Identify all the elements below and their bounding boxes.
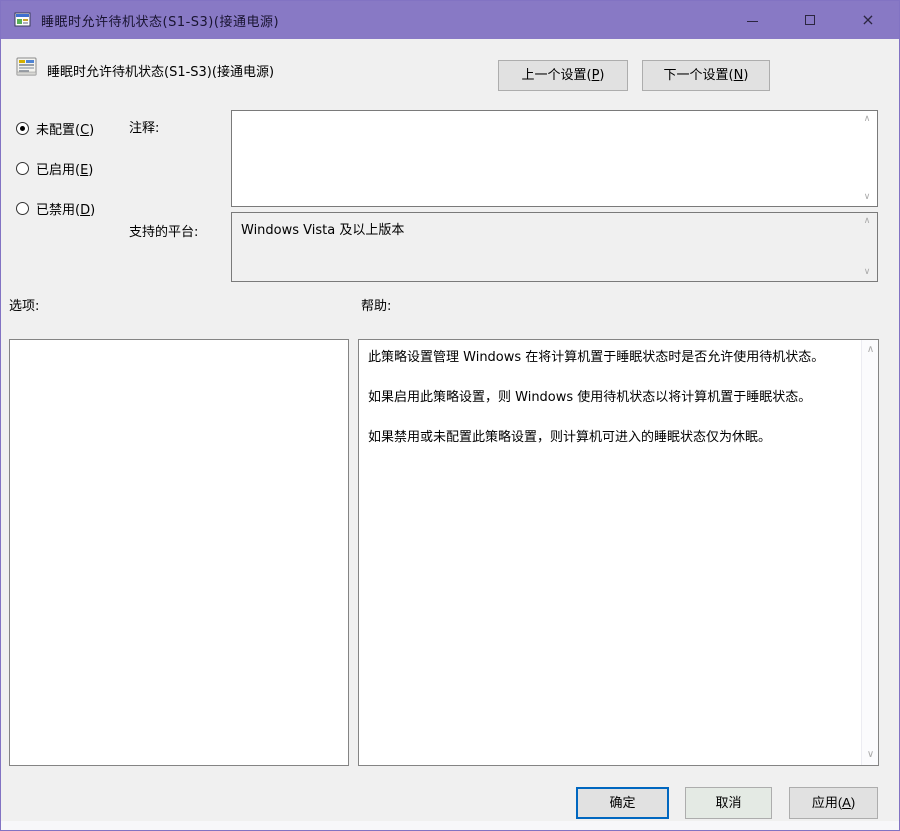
help-label: 帮助: <box>361 295 391 314</box>
previous-setting-button[interactable]: 上一个设置(P) <box>498 60 628 91</box>
supported-on-value: Windows Vista 及以上版本 <box>241 223 404 238</box>
help-paragraph: 如果禁用或未配置此策略设置，则计算机可进入的睡眠状态仅为休眠。 <box>368 428 854 448</box>
minimize-button[interactable] <box>723 1 781 39</box>
maximize-icon <box>805 15 815 25</box>
scroll-down-icon[interactable]: ∨ <box>862 750 879 760</box>
app-icon <box>13 10 33 30</box>
close-button[interactable]: × <box>839 1 897 39</box>
help-text: 此策略设置管理 Windows 在将计算机置于睡眠状态时是否允许使用待机状态。 … <box>359 340 860 765</box>
next-setting-label: 下一个设置( <box>664 68 734 83</box>
help-scrollbar[interactable]: ∧ ∨ <box>861 340 878 765</box>
scroll-up-icon[interactable]: ∧ <box>860 217 874 226</box>
minimize-icon <box>747 21 758 22</box>
next-setting-accel: N <box>734 68 744 83</box>
next-setting-button[interactable]: 下一个设置(N) <box>642 60 770 91</box>
comment-label: 注释: <box>129 117 159 136</box>
radio-enabled[interactable]: 已启用(E) <box>16 159 93 178</box>
scroll-up-icon[interactable]: ∧ <box>862 345 879 355</box>
radio-not-configured[interactable]: 未配置(C) <box>16 119 94 138</box>
help-panel: 此策略设置管理 Windows 在将计算机置于睡眠状态时是否允许使用待机状态。 … <box>358 339 879 766</box>
radio-disabled[interactable]: 已禁用(D) <box>16 199 95 218</box>
window-controls: × <box>723 1 897 39</box>
titlebar: 睡眠时允许待机状态(S1-S3)(接通电源) × <box>1 1 899 39</box>
options-panel <box>9 339 349 766</box>
scroll-down-icon[interactable]: ∨ <box>860 193 874 202</box>
policy-dialog-window: 睡眠时允许待机状态(S1-S3)(接通电源) × 睡眠时允许待机状态(S1-S3… <box>0 0 900 831</box>
comment-input[interactable]: ∧ ∨ <box>231 110 878 207</box>
close-icon: × <box>861 12 874 28</box>
cancel-button[interactable]: 取消 <box>685 787 772 819</box>
apply-button[interactable]: 应用(A) <box>789 787 878 819</box>
window-title: 睡眠时允许待机状态(S1-S3)(接通电源) <box>41 11 279 30</box>
maximize-button[interactable] <box>781 1 839 39</box>
policy-title: 睡眠时允许待机状态(S1-S3)(接通电源) <box>47 61 274 80</box>
help-paragraph: 如果启用此策略设置，则 Windows 使用待机状态以将计算机置于睡眠状态。 <box>368 388 854 408</box>
radio-icon <box>16 122 29 135</box>
options-label: 选项: <box>9 295 39 314</box>
radio-icon <box>16 162 29 175</box>
radio-disabled-label: 已禁用(D) <box>36 199 95 218</box>
apply-accel: A <box>842 795 851 810</box>
ok-button[interactable]: 确定 <box>576 787 669 819</box>
previous-setting-label: 上一个设置( <box>522 68 592 83</box>
supported-on-label: 支持的平台: <box>129 221 198 240</box>
radio-not-configured-label: 未配置(C) <box>36 119 94 138</box>
apply-label: 应用( <box>812 795 842 810</box>
help-paragraph: 此策略设置管理 Windows 在将计算机置于睡眠状态时是否允许使用待机状态。 <box>368 348 854 368</box>
scroll-up-icon[interactable]: ∧ <box>860 115 874 124</box>
supported-on-field: Windows Vista 及以上版本 ∧ ∨ <box>231 212 878 282</box>
policy-setting-icon <box>15 55 39 79</box>
scroll-down-icon[interactable]: ∨ <box>860 268 874 277</box>
window-bottom-edge <box>1 821 899 830</box>
radio-enabled-label: 已启用(E) <box>36 159 93 178</box>
radio-icon <box>16 202 29 215</box>
